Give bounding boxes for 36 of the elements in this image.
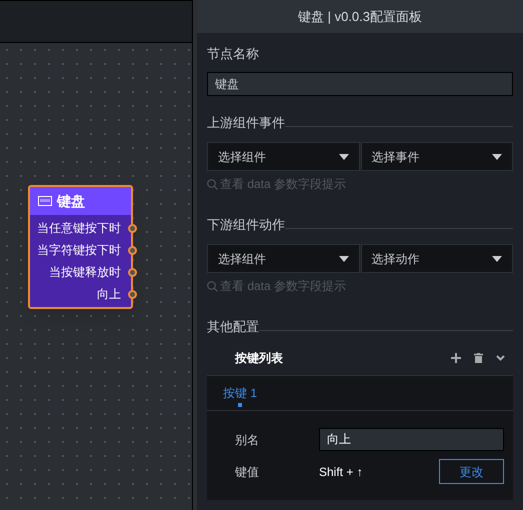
keyboard-icon <box>38 196 52 206</box>
output-port[interactable] <box>128 268 137 277</box>
output-label: 当字符键按下时 <box>37 242 121 259</box>
output-port[interactable] <box>128 246 137 255</box>
section-title: 其他配置 <box>207 319 259 335</box>
field-label: 别名 <box>235 432 260 448</box>
field-label: 键值 <box>235 464 260 480</box>
node-name-field[interactable]: 键盘 <box>207 72 513 96</box>
chevron-down-icon[interactable] <box>496 355 505 361</box>
alias-field[interactable]: 向上 <box>319 428 504 451</box>
caret-icon <box>492 256 502 262</box>
caret-icon <box>338 256 348 262</box>
trash-icon[interactable] <box>474 353 483 363</box>
output-label: 当任意键按下时 <box>37 220 121 237</box>
output-label: 向上 <box>97 286 121 303</box>
key-tab[interactable]: 按键 1 <box>223 376 258 410</box>
change-button[interactable]: 更改 <box>439 459 504 484</box>
search-icon <box>207 178 218 190</box>
list-title: 按键列表 <box>235 350 284 367</box>
node-title: 键盘 <box>57 192 85 210</box>
select-dropdown[interactable]: 选择事件 <box>360 142 513 171</box>
search-icon <box>207 280 218 292</box>
key-value: Shift + ↑ <box>319 464 364 480</box>
panel-title: 键盘 | v0.0.3配置面板 <box>298 8 422 26</box>
select-dropdown[interactable]: 选择动作 <box>360 244 513 273</box>
field-label: 节点名称 <box>207 45 260 62</box>
add-icon[interactable] <box>451 353 461 363</box>
select-dropdown[interactable]: 选择组件 <box>207 142 360 171</box>
section-title: 上游组件事件 <box>207 115 285 131</box>
output-port[interactable] <box>128 224 137 233</box>
select-dropdown[interactable]: 选择组件 <box>207 244 360 273</box>
caret-icon <box>492 154 502 160</box>
output-port[interactable] <box>128 290 137 299</box>
section-title: 下游组件动作 <box>207 217 285 233</box>
output-label: 当按键释放时 <box>49 264 121 281</box>
caret-icon <box>338 154 348 160</box>
